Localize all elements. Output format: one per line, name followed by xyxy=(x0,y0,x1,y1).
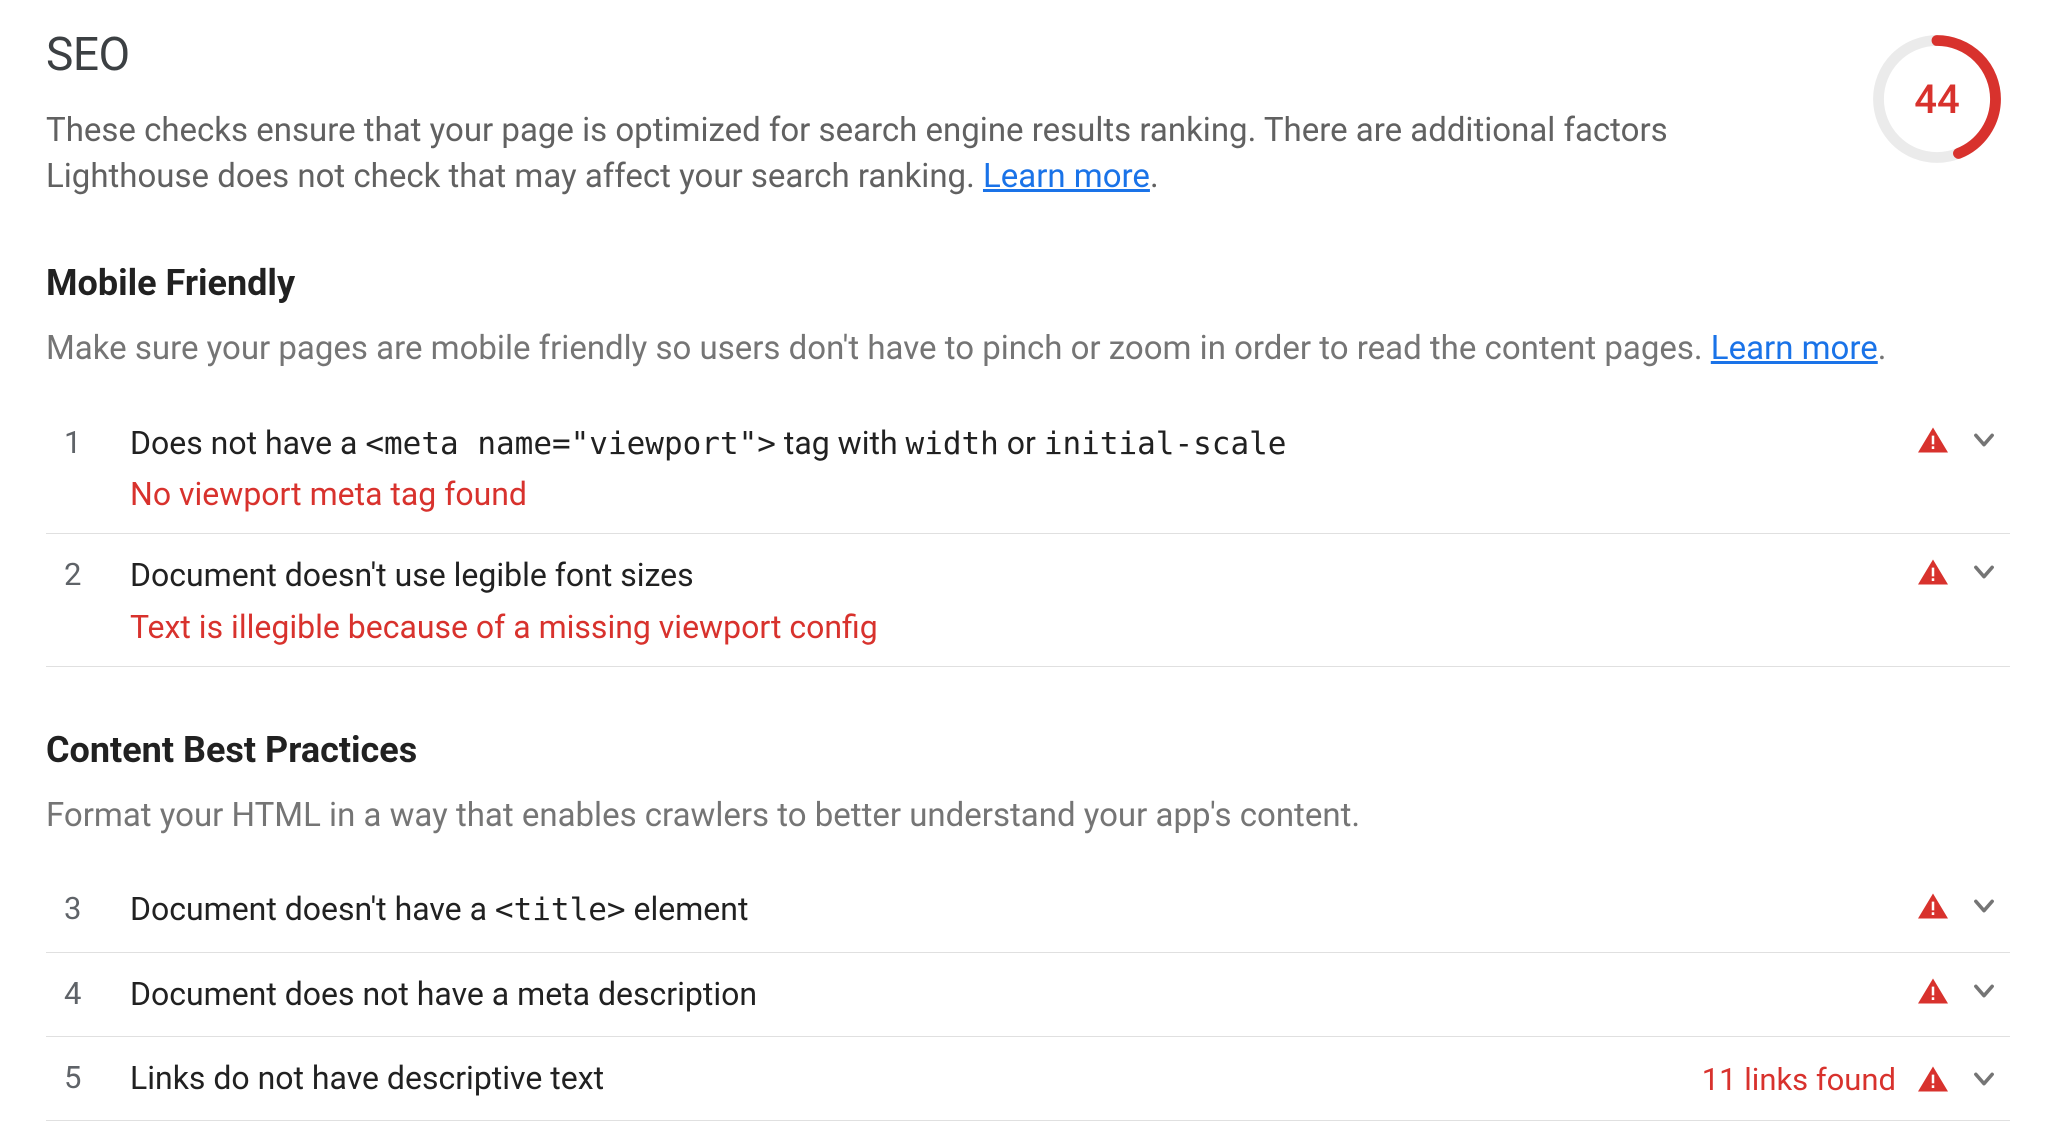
text-span: Does not have a xyxy=(130,424,365,462)
chevron-down-icon[interactable] xyxy=(1970,892,1998,920)
audit-body: Document doesn't have a <title> element xyxy=(130,888,1918,932)
warning-icon xyxy=(1918,559,1948,585)
score-value: 44 xyxy=(1872,34,2002,164)
audit-tail-text: 11 links found xyxy=(1702,1061,1896,1098)
audit-tail: 11 links found xyxy=(1702,1057,1998,1098)
audit-row[interactable]: 5Links do not have descriptive text 11 li… xyxy=(46,1037,2010,1121)
code-span: <title> xyxy=(495,892,626,928)
audit-body: Links do not have descriptive text xyxy=(130,1057,1702,1100)
learn-more-link[interactable]: Learn more xyxy=(983,157,1150,196)
audit-tail xyxy=(1918,973,1998,1005)
audit-row[interactable]: 1Does not have a <meta name="viewport"> … xyxy=(46,401,2010,535)
text-span: or xyxy=(999,424,1044,462)
code-span: width xyxy=(906,426,999,462)
warning-icon xyxy=(1918,893,1948,919)
audit-tail xyxy=(1918,888,1998,920)
audit-number: 2 xyxy=(64,554,130,593)
chevron-down-icon[interactable] xyxy=(1970,1065,1998,1093)
audit-title: Document doesn't have a <title> element xyxy=(130,888,1918,932)
audit-title: Does not have a <meta name="viewport"> t… xyxy=(130,422,1918,466)
audit-list-mobile: 1Does not have a <meta name="viewport"> … xyxy=(46,401,2010,667)
section-description-text: Format your HTML in a way that enables c… xyxy=(46,796,1360,835)
audit-title: Document does not have a meta descriptio… xyxy=(130,973,1918,1016)
audit-message: Text is illegible because of a missing v… xyxy=(130,608,1918,646)
audit-title: Links do not have descriptive text xyxy=(130,1057,1702,1100)
text-span: element xyxy=(626,890,749,928)
text-span: tag with xyxy=(776,424,906,462)
audit-number: 1 xyxy=(64,422,130,461)
page-title: SEO xyxy=(46,28,1726,82)
audit-body: Document doesn't use legible font sizes T… xyxy=(130,554,1918,645)
audit-message: No viewport meta tag found xyxy=(130,475,1918,513)
text-span: Links do not have descriptive text xyxy=(130,1059,604,1097)
audit-tail xyxy=(1918,422,1998,454)
section-title-content: Content Best Practices xyxy=(46,729,2010,771)
learn-more-link[interactable]: Learn more xyxy=(1711,329,1878,368)
audit-row[interactable]: 2Document doesn't use legible font sizes… xyxy=(46,534,2010,666)
warning-icon xyxy=(1918,978,1948,1004)
audit-tail xyxy=(1918,554,1998,586)
page-description-post: . xyxy=(1150,157,1159,196)
chevron-down-icon[interactable] xyxy=(1970,558,1998,586)
audit-row[interactable]: 3Document doesn't have a <title> element xyxy=(46,867,2010,953)
page-description: These checks ensure that your page is op… xyxy=(46,108,1726,200)
text-span: Document doesn't have a xyxy=(130,890,495,928)
section-description-post: . xyxy=(1878,329,1887,368)
code-span: initial-scale xyxy=(1044,426,1287,462)
page-description-text: These checks ensure that your page is op… xyxy=(46,111,1668,196)
text-span: Document does not have a meta descriptio… xyxy=(130,975,757,1013)
warning-icon xyxy=(1918,1066,1948,1092)
score-gauge: 44 xyxy=(1872,34,2002,164)
section-description-mobile: Make sure your pages are mobile friendly… xyxy=(46,326,2010,372)
warning-icon xyxy=(1918,427,1948,453)
section-description-text: Make sure your pages are mobile friendly… xyxy=(46,329,1711,368)
section-title-mobile: Mobile Friendly xyxy=(46,262,2010,304)
audit-number: 4 xyxy=(64,973,130,1012)
seo-report: SEO These checks ensure that your page i… xyxy=(0,0,2056,1121)
text-span: Document doesn't use legible font sizes xyxy=(130,556,694,594)
chevron-down-icon[interactable] xyxy=(1970,426,1998,454)
audit-row[interactable]: 4Document does not have a meta descripti… xyxy=(46,953,2010,1037)
header-text: SEO These checks ensure that your page i… xyxy=(46,28,1726,200)
audit-number: 3 xyxy=(64,888,130,927)
chevron-down-icon[interactable] xyxy=(1970,977,1998,1005)
audit-body: Document does not have a meta descriptio… xyxy=(130,973,1918,1016)
audit-list-content: 3Document doesn't have a <title> element… xyxy=(46,867,2010,1121)
audit-body: Does not have a <meta name="viewport"> t… xyxy=(130,422,1918,514)
header-row: SEO These checks ensure that your page i… xyxy=(46,28,2010,200)
audit-title: Document doesn't use legible font sizes xyxy=(130,554,1918,597)
section-description-content: Format your HTML in a way that enables c… xyxy=(46,793,2010,839)
audit-number: 5 xyxy=(64,1057,130,1096)
code-span: <meta name="viewport"> xyxy=(365,426,776,462)
